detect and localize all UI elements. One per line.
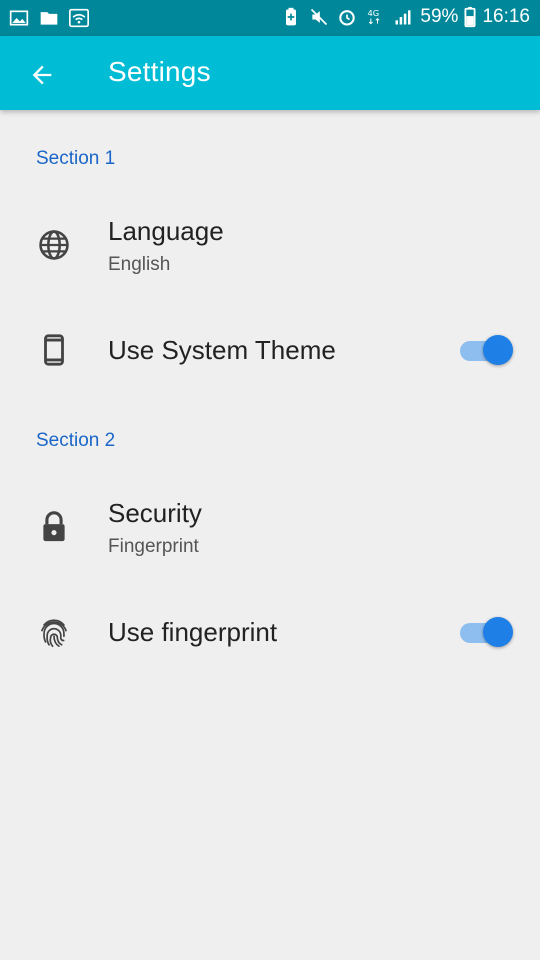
wifi-icon [68, 7, 90, 29]
back-button[interactable] [22, 55, 62, 95]
battery-percent: 59% [420, 6, 459, 27]
settings-item-title: Use System Theme [108, 335, 336, 365]
phone-icon [36, 332, 72, 368]
settings-item-use-system-theme[interactable]: Use System Theme [0, 300, 540, 400]
settings-item-subtitle: English [108, 254, 171, 275]
globe-icon [36, 227, 72, 263]
settings-item-subtitle: Fingerprint [108, 536, 199, 557]
mute-icon [308, 6, 330, 28]
fingerprint-toggle[interactable] [458, 616, 514, 648]
toggle-thumb [483, 617, 513, 647]
settings-item-title: Security [108, 498, 202, 528]
section-header-1: Section 1 [36, 148, 116, 169]
section-header-2: Section 2 [36, 430, 116, 451]
alarm-icon [336, 6, 358, 28]
status-right-icons: 4G 59% 16:16 [280, 6, 530, 28]
battery-icon [464, 6, 476, 28]
status-left-icons [8, 7, 90, 29]
signal-icon [392, 6, 414, 28]
network-4g-icon: 4G [364, 6, 386, 28]
status-bar: 4G 59% 16:16 [0, 0, 540, 36]
fingerprint-icon [36, 614, 72, 650]
arrow-back-icon [32, 65, 52, 85]
settings-item-title: Use fingerprint [108, 617, 278, 647]
settings-item-use-fingerprint[interactable]: Use fingerprint [0, 582, 540, 682]
page-title: Settings [108, 56, 211, 87]
settings-item-security[interactable]: Security Fingerprint [0, 476, 540, 576]
svg-text:4G: 4G [368, 8, 380, 18]
app-bar: Settings [0, 36, 540, 110]
folder-icon [38, 7, 60, 29]
toggle-thumb [483, 335, 513, 365]
clock: 16:16 [482, 6, 530, 27]
settings-item-language[interactable]: Language English [0, 194, 540, 294]
battery-saver-icon [280, 6, 302, 28]
settings-item-title: Language [108, 216, 224, 246]
lock-icon [36, 509, 72, 545]
system-theme-toggle[interactable] [458, 334, 514, 366]
image-icon [8, 7, 30, 29]
